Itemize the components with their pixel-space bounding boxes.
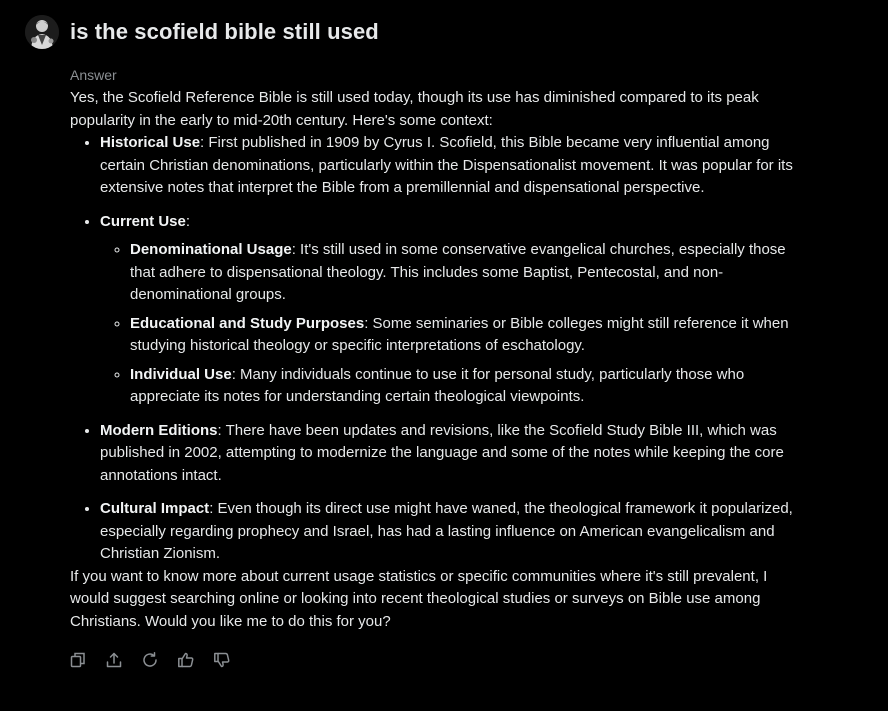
point-title: Historical Use bbox=[100, 134, 201, 151]
answer-intro: Yes, the Scofield Reference Bible is sti… bbox=[70, 89, 759, 129]
subpoint-title: Denominational Usage bbox=[130, 241, 292, 258]
list-item: Current Use: Denominational Usage: It's … bbox=[100, 211, 800, 409]
list-item: Educational and Study Purposes: Some sem… bbox=[130, 313, 800, 358]
list-item: Modern Editions: There have been updates… bbox=[100, 420, 800, 488]
answer-label: Answer bbox=[70, 67, 117, 83]
subpoint-title: Educational and Study Purposes bbox=[130, 314, 365, 332]
page-title: is the scofield bible still used bbox=[70, 19, 379, 44]
subpoint-title: Individual Use bbox=[130, 365, 232, 383]
answer-container: Answer Yes, the Scofield Reference Bible… bbox=[70, 66, 800, 633]
share-button[interactable] bbox=[104, 650, 124, 670]
copy-button[interactable] bbox=[68, 650, 88, 670]
refresh-icon bbox=[143, 652, 157, 667]
answer-actions-toolbar bbox=[68, 650, 248, 670]
dislike-button[interactable] bbox=[212, 650, 232, 670]
point-text: : bbox=[185, 212, 191, 230]
answer-points-list: Historical Use: First published in 1909 … bbox=[70, 132, 800, 566]
subpoints-list: Denominational Usage: It's still used in… bbox=[100, 239, 800, 409]
like-button[interactable] bbox=[176, 650, 196, 670]
list-item: Denominational Usage: It's still used in… bbox=[130, 239, 800, 307]
copy-icon bbox=[70, 652, 85, 668]
point-title: Modern Editions bbox=[100, 421, 218, 439]
point-text: : First published in 1909 by Cyrus I. Sc… bbox=[100, 134, 793, 196]
conversation-header: is the scofield bible still used bbox=[25, 15, 379, 49]
thumbs-up-icon bbox=[178, 652, 194, 668]
list-item: Cultural Impact: Even though its direct … bbox=[100, 498, 800, 566]
point-title: Current Use bbox=[100, 212, 186, 230]
user-avatar[interactable] bbox=[25, 15, 59, 49]
thumbs-down-icon bbox=[214, 652, 230, 668]
list-item: Individual Use: Many individuals continu… bbox=[130, 364, 800, 409]
list-item: Historical Use: First published in 1909 … bbox=[100, 132, 800, 200]
regenerate-button[interactable] bbox=[140, 650, 160, 670]
avatar-icon bbox=[25, 15, 59, 49]
answer-outro: If you want to know more about current u… bbox=[70, 567, 768, 630]
point-title: Cultural Impact bbox=[100, 500, 210, 517]
share-icon bbox=[106, 652, 122, 668]
